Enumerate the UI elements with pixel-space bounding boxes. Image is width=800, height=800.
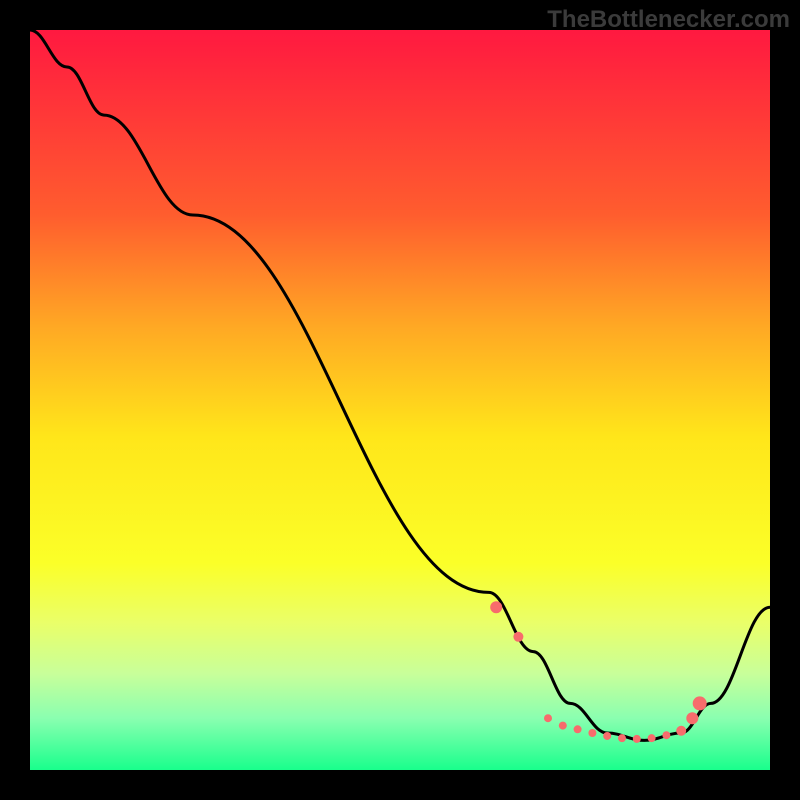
data-point <box>513 632 523 642</box>
data-point <box>490 601 502 613</box>
data-point <box>686 712 698 724</box>
plot-area <box>30 30 770 770</box>
chart-svg <box>30 30 770 770</box>
chart-container: TheBottlenecker.com <box>0 0 800 800</box>
data-point <box>662 731 670 739</box>
data-point <box>676 726 686 736</box>
data-point <box>574 725 582 733</box>
data-point <box>618 734 626 742</box>
gradient-background <box>30 30 770 770</box>
watermark: TheBottlenecker.com <box>547 6 790 34</box>
data-point <box>693 696 707 710</box>
data-point <box>588 729 596 737</box>
data-point <box>648 734 656 742</box>
data-point <box>544 714 552 722</box>
data-point <box>633 735 641 743</box>
data-point <box>559 722 567 730</box>
data-point <box>603 732 611 740</box>
